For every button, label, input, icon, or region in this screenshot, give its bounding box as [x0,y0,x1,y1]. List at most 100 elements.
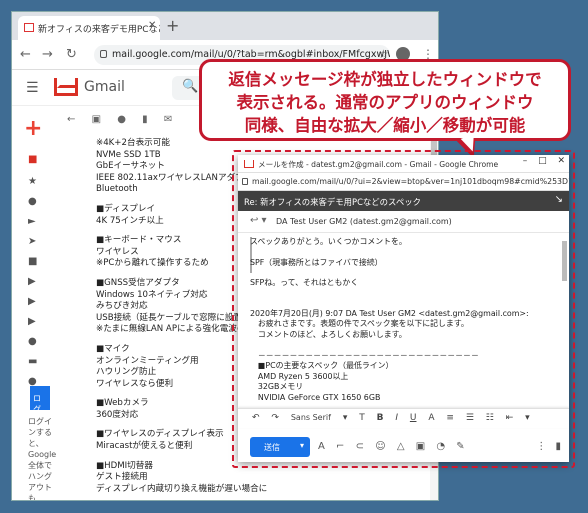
meet-icon[interactable]: ● [28,336,37,347]
discard-draft-icon[interactable]: ▮ [555,441,561,452]
drafts-icon[interactable]: ■ [28,256,37,267]
close-tab-icon[interactable]: ✕ [148,20,156,31]
compose-plus-icon[interactable]: + [24,116,42,141]
subject-bar: Re: 新オフィスの来客デモ用PCなどのスペック ↘ [238,191,569,211]
important-icon[interactable]: ► [28,216,36,227]
back-icon[interactable]: ← [20,47,31,62]
snoozed-icon[interactable]: ● [28,196,37,207]
send-label: 送信 [264,443,280,452]
body-line: NVIDIA GeForce GTX 1650 6GB [250,392,381,402]
new-tab-icon[interactable]: + [166,16,179,35]
body-line: ■PCの主要なスペック（最低ライン） [250,361,394,371]
attach-icon[interactable]: ⌐ [336,441,344,452]
emoji-icon[interactable]: ☺ [375,441,385,452]
link-icon[interactable]: ⊂ [356,441,364,452]
hangouts-signin-text: ログインすると、Google全体でハングアウトも [28,417,57,501]
subject-text: Re: 新オフィスの来客デモ用PCなどのスペック [244,197,421,207]
label-icon[interactable]: ▶ [28,276,36,287]
body-line: SFPね。って、それはともかく [250,278,359,288]
body-line: コメントのほど、よろしくお願いします。 [250,329,407,339]
undo-icon[interactable]: ↶ [252,413,260,423]
align-icon[interactable]: ≡ [446,413,454,423]
body-line: AMD Ryzen 5 3600以上 [250,371,349,381]
compose-popup-window: メールを作成 - datest.gm2@gmail.com - Gmail - … [238,155,569,462]
callout-line: 表示される。通常のアプリのウィンドウ [236,93,534,112]
sent-icon[interactable]: ➤ [28,236,36,247]
recipient-row[interactable]: ↩ ▾ DA Test User GM2 (datest.gm2@gmail.c… [238,211,569,233]
gmail-favicon-icon [244,160,254,168]
gmail-logo-icon[interactable] [54,78,78,96]
photo-icon[interactable]: ▣ [416,441,425,452]
bullet-list-icon[interactable]: ☷ [486,413,494,423]
compose-body[interactable]: スペックありがとう。いくつかコメントを。 SPF（現事務所とはファイバで接続） SF… [250,237,560,404]
callout-line: 同様、自由な拡大／縮小／移動が可能 [244,116,526,135]
reply-type-icon[interactable]: ↩ ▾ [250,215,267,226]
send-bar: 送信 ▾ A ⌐ ⊂ ☺ △ ▣ ◔ ✎ ⋮ ▮ [238,435,569,461]
gmail-app-name: Gmail [84,79,125,95]
font-select[interactable]: Sans Serif [291,413,331,422]
popup-scrollbar-thumb[interactable] [562,241,567,281]
forward-icon[interactable]: → [42,47,53,62]
formatting-toolbar: ↶ ↷ Sans Serif ▾ T B I U A ≡ ☰ ☷ ⇤ ▾ [238,408,569,428]
bold-icon[interactable]: B [377,413,384,423]
body-line: お疲れさまです。表題の件でスペック案を以下に記します。 [250,319,469,329]
mark-unread-icon[interactable]: ✉ [164,114,172,125]
more-options-icon[interactable]: ⋮ [536,441,546,452]
label-icon-3[interactable]: ▶ [28,316,36,327]
archive-icon[interactable]: ▣ [92,114,101,125]
lock-icon [242,178,248,185]
popout-icon[interactable]: ↘ [555,194,563,205]
tab-title: 新オフィスの来客デモ用PCなどのスペ [38,25,160,35]
text-size-icon[interactable]: T [359,413,365,423]
body-line: ディスプレイ内蔵切り換え機能が遅い場合に [96,483,268,494]
signin-button[interactable]: ログ [30,386,50,414]
body-line: 32GBメモリ [250,382,304,392]
popup-address-bar: mail.google.com/mail/u/0/?ui=2&view=btop… [238,173,569,191]
keyboard-icon[interactable]: ▬ [28,356,37,367]
body-line: ゲスト接続用 [96,472,148,483]
hamburger-menu-icon[interactable]: ☰ [26,80,39,96]
popup-titlebar[interactable]: メールを作成 - datest.gm2@gmail.com - Gmail - … [238,155,569,173]
search-icon: 🔍 [182,79,199,94]
text-color-icon[interactable]: A [428,413,434,423]
inbox-icon[interactable]: ■ [28,154,37,165]
back-to-inbox-icon[interactable]: ← [67,114,75,125]
more-formatting-icon[interactable]: ▾ [525,413,530,423]
gmail-favicon-icon [24,23,34,32]
numbered-list-icon[interactable]: ☰ [466,413,474,423]
signature-icon[interactable]: ✎ [456,441,464,452]
send-button[interactable]: 送信 ▾ [250,437,310,457]
underline-icon[interactable]: U [410,413,417,423]
drive-icon[interactable]: △ [397,441,405,452]
reload-icon[interactable]: ↻ [66,47,77,62]
tab-bar: 新オフィスの来客デモ用PCなどのスペ ✕ + [12,12,438,40]
send-options-icon[interactable]: ▾ [300,441,304,450]
font-dropdown-icon[interactable]: ▾ [343,413,348,423]
formatting-options-icon[interactable]: A [318,441,325,452]
browser-tab[interactable]: 新オフィスの来客デモ用PCなどのスペ [18,16,160,40]
italic-icon[interactable]: I [395,413,398,423]
recipient-text: DA Test User GM2 (datest.gm2@gmail.com) [276,217,452,226]
minimize-icon[interactable]: – [523,156,528,166]
report-spam-icon[interactable]: ● [117,114,126,125]
callout-line: 返信メッセージ枠が独立したウィンドウで [228,70,542,89]
callout-text: 返信メッセージ枠が独立したウィンドウで 表示される。通常のアプリのウィンドウ 同… [202,68,568,137]
body-line: 2020年7月20日(月) 9:07 DA Test User GM2 <dat… [250,308,529,318]
label-icon-2[interactable]: ▶ [28,296,36,307]
popup-scrollbar[interactable] [562,235,567,405]
indent-icon[interactable]: ⇤ [506,413,514,423]
starred-icon[interactable]: ★ [28,176,37,187]
confidential-icon[interactable]: ◔ [436,441,445,452]
message-toolbar: ← ▣ ● ▮ ✉ [67,114,207,130]
delete-icon[interactable]: ▮ [142,114,148,125]
close-icon[interactable]: ✕ [557,156,565,166]
maximize-icon[interactable]: □ [538,156,547,166]
body-line: －－－－－－－－－－－－－－－－－－－－－－－－－－－－ [250,350,479,360]
body-line: ■HDMI切替器 [96,460,153,471]
body-line: スペックありがとう。いくつかコメントを。 [250,237,407,246]
redo-icon[interactable]: ↷ [271,413,279,423]
